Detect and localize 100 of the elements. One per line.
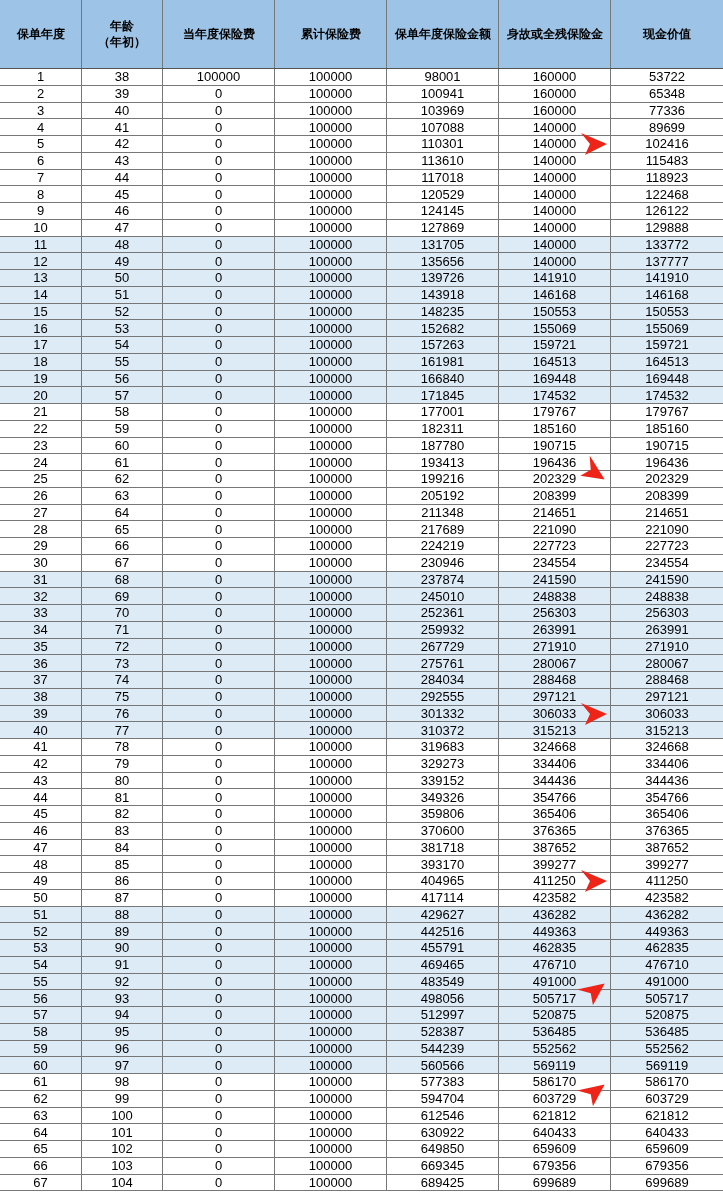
table-cell: 51 [114,288,130,302]
table-cell: 103 [111,1159,133,1173]
table-cell: 37 [33,673,48,687]
table-cell: 126122 [645,204,689,218]
table-cell: 100000 [308,489,353,503]
table-cell: 214651 [645,505,689,519]
table-cell: 177001 [420,405,465,419]
table-cell: 65 [114,522,130,536]
table-cell: 100000 [308,773,353,787]
table-cell: 288468 [645,673,689,687]
table-cell: 159721 [532,338,577,352]
table-cell: 54 [33,958,48,972]
table-cell: 82 [114,807,130,821]
table-cell: 280067 [532,656,577,670]
table-cell: 99 [114,1092,130,1106]
table-cell: 74 [114,673,130,687]
table-cell: 100000 [308,154,353,168]
table-cell: 100000 [308,941,353,955]
table-cell: 44 [114,170,130,184]
table-cell: 196436 [645,455,689,469]
table-cell: 505717 [532,991,577,1005]
table-cell: 140000 [532,254,577,268]
table-cell: 11 [33,237,48,251]
table-cell: 199216 [420,472,465,486]
table-cell: 24 [33,455,48,469]
table-cell: 164513 [532,355,577,369]
table-cell: 47 [114,221,130,235]
table-cell: 190715 [532,438,577,452]
table-cell: 100000 [308,187,353,201]
table-cell: 603729 [645,1092,689,1106]
table-cell: 0 [214,773,223,787]
table-cell: 359806 [420,807,465,821]
table-cell: 100000 [308,891,353,905]
table-cell: 306033 [532,706,577,720]
table-cell: 0 [214,907,223,921]
table-cell: 621812 [532,1108,577,1122]
table-cell: 0 [214,656,223,670]
table-cell: 55 [33,974,48,988]
table-cell: 399277 [645,857,689,871]
table-cell: 659609 [645,1142,689,1156]
table-cell: 271910 [532,639,577,653]
table-cell: 179767 [645,405,689,419]
table-cell: 0 [214,1075,223,1089]
table-cell: 70 [114,606,130,620]
table-cell: 462835 [532,941,577,955]
table-cell: 80 [114,773,130,787]
table-cell: 103969 [420,103,465,117]
table-cell: 58 [114,405,130,419]
table-cell: 100000 [308,1008,353,1022]
table-cell: 171845 [420,388,465,402]
table-cell: 89699 [648,120,686,134]
table-cell: 102 [111,1142,133,1156]
table-cell: 164513 [645,355,689,369]
table-cell: 227723 [645,539,689,553]
table-cell: 659609 [532,1142,577,1156]
table-cell: 100000 [308,304,353,318]
table-cell: 66 [33,1159,48,1173]
table-cell: 505717 [645,991,689,1005]
table-cell: 301332 [420,706,465,720]
table-cell: 2 [36,87,45,101]
table-cell: 429627 [420,907,465,921]
table-cell: 404965 [420,874,465,888]
table-cell: 50 [33,891,48,905]
table-cell: 77336 [648,103,686,117]
table-cell: 49 [114,254,130,268]
table-cell: 544239 [420,1041,465,1055]
table-cell: 68 [114,572,130,586]
table-cell: 436282 [645,907,689,921]
table-cell: 36 [33,656,48,670]
table-cell: 79 [114,757,130,771]
table-cell: 612546 [420,1108,465,1122]
table-cell: 0 [214,120,223,134]
table-cell: 100000 [308,974,353,988]
table-cell: 0 [214,321,223,335]
table-cell: 16 [33,321,48,335]
table-cell: 100000 [308,405,353,419]
table-cell: 411250 [533,874,576,888]
table-cell: 77 [114,723,130,737]
table-cell: 55 [114,355,130,369]
table-cell: 310372 [420,723,465,737]
table-cell: 100000 [308,1058,353,1072]
table-cell: 297121 [532,690,577,704]
table-cell: 0 [214,237,223,251]
table-cell: 393170 [420,857,465,871]
table-cell: 94 [114,1008,130,1022]
table-cell: 0 [214,941,223,955]
table-cell: 100000 [308,87,353,101]
table-cell: 0 [214,589,223,603]
table-cell: 100000 [308,656,353,670]
table-cell: 92 [114,974,130,988]
table-cell: 100000 [308,254,353,268]
table-cell: 241590 [532,572,577,586]
table-cell: 60 [114,438,130,452]
table-cell: 100000 [308,355,353,369]
table-cell: 61 [114,455,130,469]
table-cell: 0 [214,623,223,637]
table-cell: 0 [214,740,223,754]
table-cell: 0 [214,1108,223,1122]
table-cell: 43 [114,154,130,168]
table-cell: 0 [214,539,223,553]
